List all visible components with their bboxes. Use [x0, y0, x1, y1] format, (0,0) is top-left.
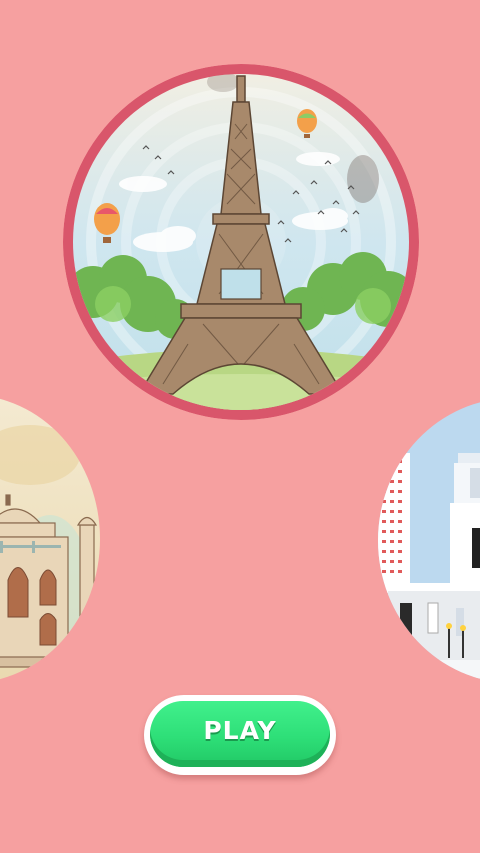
- taj-mahal-image: [0, 395, 100, 683]
- city-skyscraper-image: [378, 398, 480, 683]
- level-card-taj-mahal[interactable]: [0, 395, 100, 683]
- play-button-label: PLAY: [203, 716, 277, 745]
- play-button[interactable]: PLAY: [144, 695, 336, 775]
- level-select-screen: PLAY: [0, 0, 480, 853]
- level-card-city-skyscraper[interactable]: [378, 398, 480, 683]
- eiffel-tower-image: [63, 64, 419, 420]
- play-button-face: PLAY: [150, 701, 330, 767]
- level-card-eiffel-tower[interactable]: [63, 64, 419, 420]
